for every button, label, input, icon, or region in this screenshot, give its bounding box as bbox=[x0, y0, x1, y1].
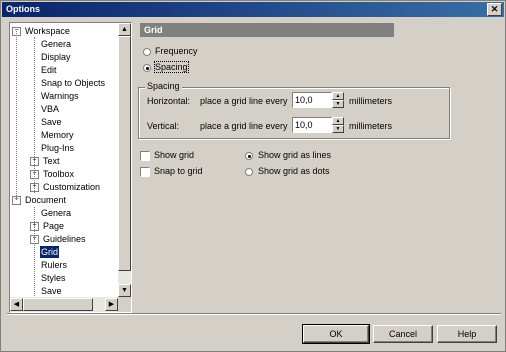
tree-item[interactable]: Grid bbox=[40, 246, 60, 258]
tree-item[interactable]: + Guidelines bbox=[30, 233, 87, 245]
vertical-unit: millimeters bbox=[349, 121, 393, 131]
ok-button[interactable]: OK bbox=[302, 324, 370, 344]
tree-item[interactable]: Genera bbox=[40, 38, 72, 50]
close-button[interactable]: ✕ bbox=[487, 3, 502, 16]
spacing-group-title: Spacing bbox=[145, 81, 182, 91]
tree-item-label: Text bbox=[43, 156, 60, 166]
tree-item-label: Customization bbox=[43, 182, 101, 192]
tree-item-label: Styles bbox=[41, 273, 66, 283]
tree-item-label: Rulers bbox=[41, 260, 68, 270]
show-as-dots-label[interactable]: Show grid as dots bbox=[258, 166, 330, 176]
tree-item[interactable]: Rulers bbox=[40, 259, 68, 271]
tree-item[interactable]: + Toolbox bbox=[30, 168, 75, 180]
tree-item-label: Page bbox=[43, 221, 65, 231]
panel-title: Grid bbox=[140, 23, 394, 37]
tree-item-label: Guidelines bbox=[43, 234, 86, 244]
tree-item[interactable]: Warnings bbox=[40, 90, 80, 102]
tree-item[interactable]: − Workspace bbox=[12, 25, 71, 37]
horizontal-prefix: place a grid line every bbox=[200, 96, 288, 106]
vertical-prefix: place a grid line every bbox=[200, 121, 288, 131]
tree-connector bbox=[34, 207, 35, 297]
tree-connector bbox=[16, 31, 17, 200]
tree-item[interactable]: Styles bbox=[40, 272, 67, 284]
spacing-radio[interactable] bbox=[143, 64, 151, 72]
spin-down-icon[interactable]: ▼ bbox=[332, 100, 344, 108]
tree-item[interactable]: Plug-Ins bbox=[40, 142, 75, 154]
tree-item[interactable]: Display bbox=[40, 51, 72, 63]
tree-connector bbox=[34, 37, 35, 193]
scroll-thumb[interactable] bbox=[118, 36, 131, 271]
horizontal-spinner[interactable]: ▲ ▼ bbox=[292, 92, 344, 108]
show-as-lines-radio[interactable] bbox=[245, 152, 253, 160]
tree-item[interactable]: + Page bbox=[30, 220, 65, 232]
arrow-up-icon: ▲ bbox=[121, 26, 128, 33]
tree-item-label: Display bbox=[41, 52, 71, 62]
tree-item[interactable]: Save bbox=[40, 116, 63, 128]
vertical-spacing-input[interactable] bbox=[292, 117, 332, 133]
horizontal-label: Horizontal: bbox=[147, 96, 191, 106]
tree-item-label: VBA bbox=[41, 104, 60, 114]
tree-item-label: Warnings bbox=[41, 91, 79, 101]
tree-item-label: Workspace bbox=[25, 26, 70, 36]
tree-item[interactable]: Save bbox=[40, 285, 63, 297]
show-as-dots-radio[interactable] bbox=[245, 168, 253, 176]
tree-item[interactable]: Memory bbox=[40, 129, 75, 141]
tree-item-label: Edit bbox=[41, 65, 57, 75]
tree-item-label: Toolbox bbox=[43, 169, 75, 179]
tree-item[interactable]: Genera bbox=[40, 207, 72, 219]
tree-item-label: Plug-Ins bbox=[41, 143, 75, 153]
scroll-right-button[interactable]: ▶ bbox=[105, 298, 118, 311]
horizontal-spacing-input[interactable] bbox=[292, 92, 332, 108]
vertical-label: Vertical: bbox=[147, 121, 180, 131]
button-separator bbox=[7, 313, 501, 315]
horizontal-unit: millimeters bbox=[349, 96, 393, 106]
hscroll-thumb[interactable] bbox=[23, 298, 93, 311]
options-tree[interactable]: − Workspace Genera Display Edit Snap to Objec… bbox=[9, 22, 132, 313]
show-grid-label[interactable]: Show grid bbox=[154, 150, 194, 160]
tree-item-label: Snap to Objects bbox=[41, 78, 106, 88]
tree-item-label: Genera bbox=[41, 39, 72, 49]
frequency-radio[interactable] bbox=[143, 48, 151, 56]
tree-item-label: Document bbox=[25, 195, 67, 205]
help-button[interactable]: Help bbox=[437, 325, 497, 343]
scroll-down-button[interactable]: ▼ bbox=[118, 284, 131, 297]
tree-vertical-scrollbar[interactable]: ▲ ▼ bbox=[118, 23, 131, 297]
tree-item[interactable]: Edit bbox=[40, 64, 58, 76]
tree-item[interactable]: VBA bbox=[40, 103, 60, 115]
tree-item[interactable]: − Document bbox=[12, 194, 67, 206]
vertical-spinner[interactable]: ▲ ▼ bbox=[292, 117, 344, 133]
options-dialog: Options ✕ − Workspace Genera Display Edit Sna… bbox=[0, 0, 506, 352]
frequency-label[interactable]: Frequency bbox=[155, 46, 198, 56]
scroll-left-button[interactable]: ◀ bbox=[10, 298, 23, 311]
scrollbar-corner bbox=[118, 297, 131, 312]
arrow-right-icon: ▶ bbox=[108, 301, 115, 308]
arrow-down-icon: ▼ bbox=[121, 287, 128, 294]
cancel-button[interactable]: Cancel bbox=[373, 325, 433, 343]
close-icon: ✕ bbox=[490, 4, 499, 14]
scroll-up-button[interactable]: ▲ bbox=[118, 23, 131, 36]
tree-item-label: Save bbox=[41, 286, 62, 296]
spin-up-icon[interactable]: ▲ bbox=[332, 92, 344, 100]
snap-to-grid-label[interactable]: Snap to grid bbox=[154, 166, 203, 176]
tree-item-label: Genera bbox=[41, 208, 72, 218]
show-as-lines-label[interactable]: Show grid as lines bbox=[258, 150, 331, 160]
show-grid-checkbox[interactable] bbox=[140, 151, 150, 161]
tree-item-label: Grid bbox=[40, 246, 60, 258]
arrow-left-icon: ◀ bbox=[13, 301, 20, 308]
spin-down-icon[interactable]: ▼ bbox=[332, 125, 344, 133]
tree-item[interactable]: + Customization bbox=[30, 181, 101, 193]
tree-item[interactable]: Snap to Objects bbox=[40, 77, 106, 89]
tree-horizontal-scrollbar[interactable]: ◀ ▶ bbox=[10, 297, 118, 312]
tree-item-label: Save bbox=[41, 117, 62, 127]
spin-up-icon[interactable]: ▲ bbox=[332, 117, 344, 125]
spacing-label[interactable]: Spacing bbox=[154, 61, 189, 73]
snap-to-grid-checkbox[interactable] bbox=[140, 167, 150, 177]
tree-item-label: Memory bbox=[41, 130, 74, 140]
title-bar[interactable]: Options ✕ bbox=[2, 2, 504, 17]
tree-items: − Workspace Genera Display Edit Snap to Objec… bbox=[10, 23, 118, 297]
window-title: Options bbox=[6, 4, 40, 14]
